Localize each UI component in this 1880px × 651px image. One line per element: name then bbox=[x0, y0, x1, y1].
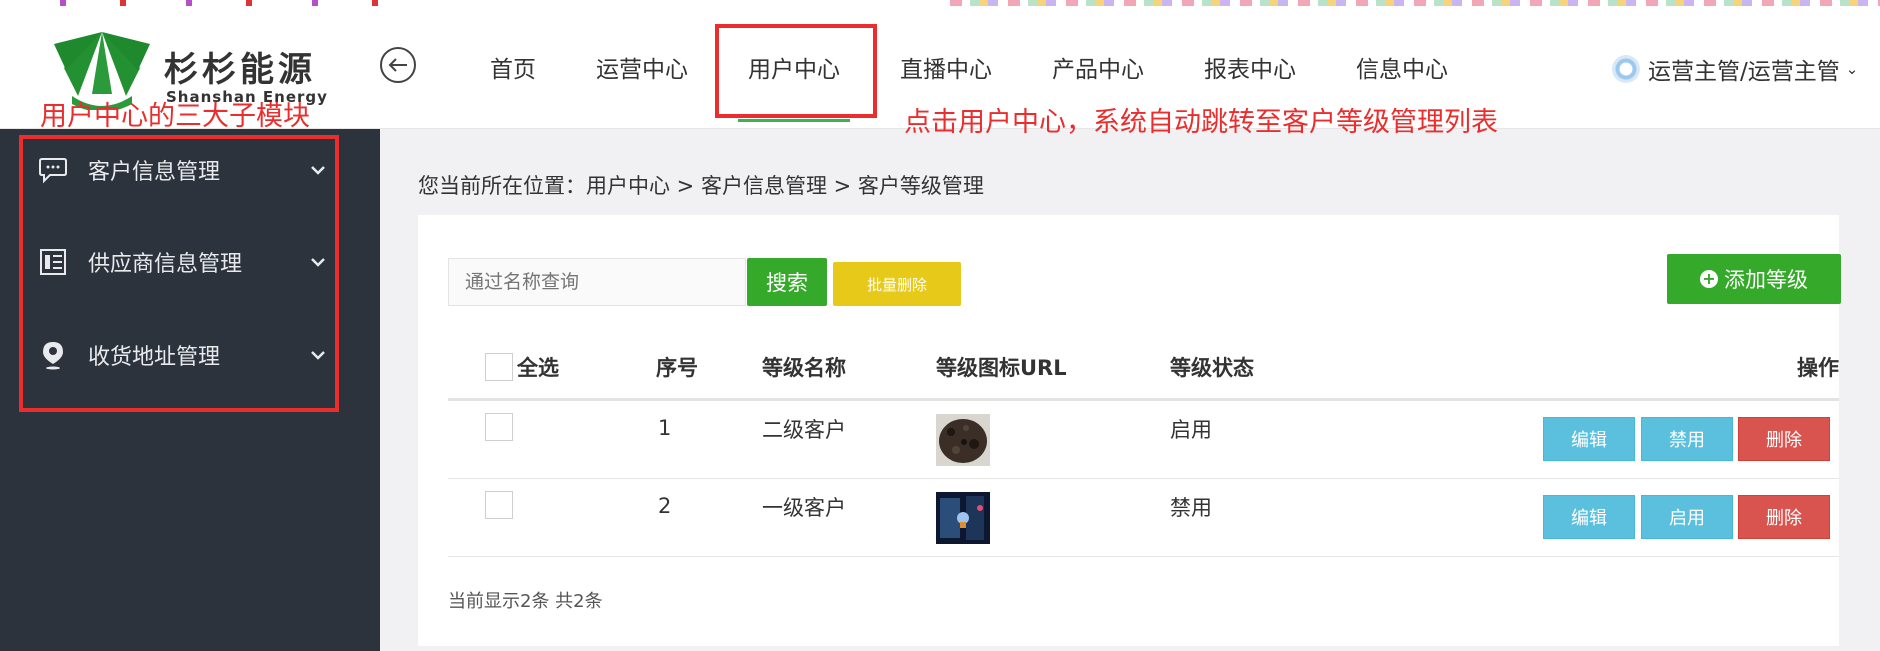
level-icon-image bbox=[936, 492, 990, 544]
select-all-label: 全选 bbox=[517, 355, 559, 380]
header-name: 等级名称 bbox=[762, 355, 846, 380]
nav-active-underline bbox=[738, 119, 850, 122]
annotation-nav-note: 点击用户中心，系统自动跳转至客户等级管理列表 bbox=[904, 107, 1498, 138]
annotation-sidebar-note: 用户中心的三大子模块 bbox=[40, 101, 310, 132]
row-level-icon bbox=[936, 401, 990, 478]
add-level-button[interactable]: + 添加等级 bbox=[1667, 254, 1841, 304]
plus-circle-icon: + bbox=[1700, 270, 1718, 288]
record-count: 当前显示2条 共2条 bbox=[448, 591, 603, 612]
logo-text-cn: 杉杉能源 bbox=[164, 50, 316, 90]
batch-delete-button[interactable]: 批量删除 bbox=[833, 262, 961, 306]
add-level-label: 添加等级 bbox=[1724, 268, 1808, 292]
content-panel: 搜索 批量删除 + 添加等级 全选 序号 等级名称 等级图标URL 等级状态 操… bbox=[418, 215, 1841, 646]
user-name: 运营主管/运营主管 bbox=[1648, 59, 1840, 85]
user-avatar-icon bbox=[1612, 55, 1640, 83]
row-status: 禁用 bbox=[1170, 496, 1212, 520]
row-checkbox-cell bbox=[485, 401, 513, 478]
annotation-highlight-nav bbox=[715, 24, 877, 118]
row-level-icon bbox=[936, 479, 990, 556]
row-index: 2 bbox=[658, 494, 672, 518]
row-index: 1 bbox=[658, 416, 672, 440]
row-level-name: 一级客户 bbox=[762, 496, 846, 520]
row-checkbox[interactable] bbox=[485, 491, 513, 519]
nav-operations-label: 运营中心 bbox=[596, 57, 688, 83]
chevron-down-icon: ⌄ bbox=[1845, 60, 1859, 78]
back-arrow-button[interactable] bbox=[380, 47, 416, 83]
row-checkbox[interactable] bbox=[485, 413, 513, 441]
arrow-left-icon bbox=[388, 58, 407, 72]
nav-home-label: 首页 bbox=[490, 57, 536, 83]
nav-live-label: 直播中心 bbox=[900, 57, 992, 83]
select-all-checkbox[interactable] bbox=[485, 352, 513, 381]
nav-reports-label: 报表中心 bbox=[1204, 57, 1296, 83]
row-status: 启用 bbox=[1170, 418, 1212, 442]
row-level-name: 二级客户 bbox=[762, 418, 846, 442]
search-button[interactable]: 搜索 bbox=[747, 258, 827, 306]
select-all-cell: 全选 bbox=[485, 335, 559, 398]
table-header: 全选 序号 等级名称 等级图标URL 等级状态 操作 bbox=[448, 335, 1839, 401]
annotation-highlight-sidebar bbox=[19, 135, 339, 412]
search-input[interactable] bbox=[448, 258, 746, 306]
header-icon-url: 等级图标URL bbox=[936, 355, 1067, 380]
nav-products-label: 产品中心 bbox=[1052, 57, 1144, 83]
table-row: 2 一级客户 禁用 编辑 启用 删除 bbox=[448, 479, 1839, 557]
delete-button[interactable]: 删除 bbox=[1738, 417, 1830, 461]
header-index: 序号 bbox=[656, 355, 698, 380]
nav-messages-label: 信息中心 bbox=[1356, 57, 1448, 83]
disable-button[interactable]: 禁用 bbox=[1641, 417, 1733, 461]
edit-button[interactable]: 编辑 bbox=[1543, 417, 1635, 461]
breadcrumb: 您当前所在位置：用户中心 > 客户信息管理 > 客户等级管理 bbox=[418, 174, 984, 198]
nav-home[interactable]: 首页 bbox=[490, 6, 536, 128]
table-row: 1 二级客户 启用 编辑 禁用 删除 bbox=[448, 401, 1839, 479]
user-menu[interactable]: 运营主管/运营主管 ⌄ bbox=[1612, 52, 1858, 86]
row-checkbox-cell bbox=[485, 479, 513, 556]
nav-operations[interactable]: 运营中心 bbox=[596, 6, 688, 128]
delete-button[interactable]: 删除 bbox=[1738, 495, 1830, 539]
edit-button[interactable]: 编辑 bbox=[1543, 495, 1635, 539]
header-status: 等级状态 bbox=[1170, 355, 1254, 380]
level-icon-image bbox=[936, 414, 990, 466]
enable-button[interactable]: 启用 bbox=[1641, 495, 1733, 539]
header-actions: 操作 bbox=[1797, 355, 1839, 380]
level-table: 全选 序号 等级名称 等级图标URL 等级状态 操作 1 二级客户 启用 编辑 … bbox=[448, 335, 1839, 557]
